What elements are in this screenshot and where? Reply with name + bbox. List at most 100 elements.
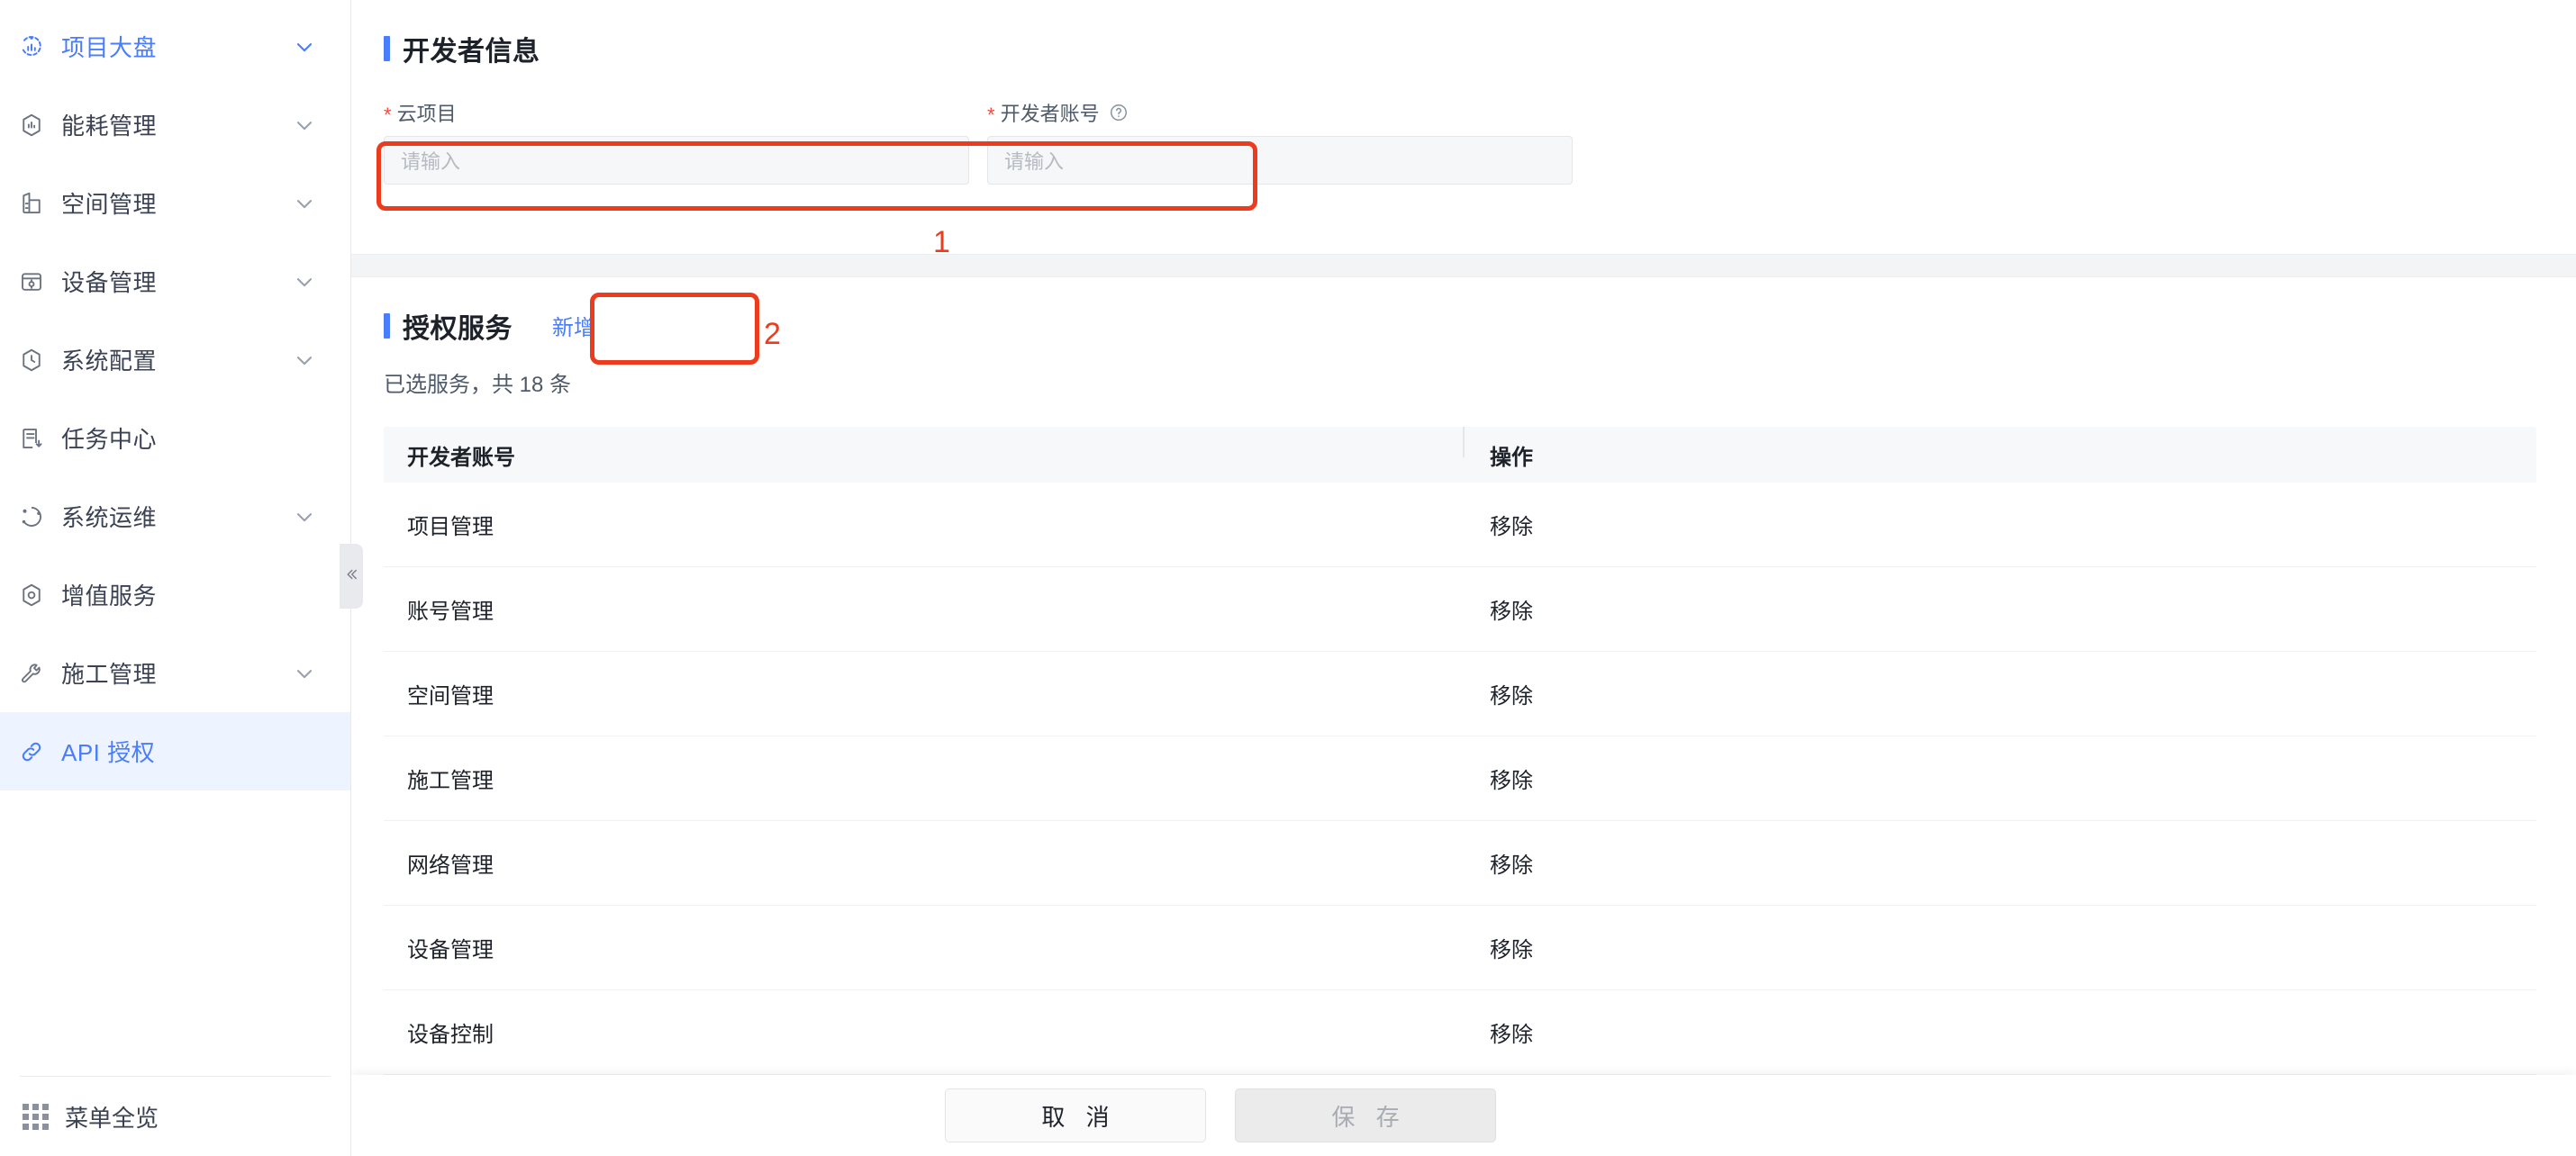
auth-services-header: 授权服务 新增 — [384, 304, 2544, 347]
section-title-text: 授权服务 — [403, 313, 512, 344]
cancel-button[interactable]: 取 消 — [945, 1088, 1206, 1142]
field-label-text: 云项目 — [396, 103, 457, 125]
cell-service-name: 账号管理 — [407, 600, 494, 624]
developer-info-section: 开发者信息 * 云项目 请输入 * 开发者账号 请输入 — [351, 0, 2576, 254]
field-label: * 开发者账号 — [987, 99, 1573, 126]
table-header-row: 开发者账号 操作 — [384, 426, 2536, 483]
save-button[interactable]: 保 存 — [1235, 1088, 1496, 1142]
energy-icon — [16, 110, 47, 140]
sidebar-collapse-handle[interactable] — [340, 544, 363, 609]
section-marker — [384, 36, 390, 61]
double-chevron-left-icon — [343, 566, 359, 587]
remove-link[interactable]: 移除 — [1490, 847, 1533, 879]
table-row: 账号管理 移除 — [384, 567, 2536, 652]
cloud-project-input[interactable]: 请输入 — [384, 136, 969, 185]
main-content: 开发者信息 * 云项目 请输入 * 开发者账号 请输入 授权服务 新增 已选服务… — [351, 0, 2576, 1156]
table-row: 设备管理 移除 — [384, 906, 2536, 990]
sidebar-item-dashboard[interactable]: 项目大盘 — [0, 7, 350, 86]
sidebar-item-api-auth[interactable]: API 授权 — [0, 712, 350, 790]
sidebar-item-label: 能耗管理 — [61, 113, 158, 140]
dashboard-icon — [16, 32, 47, 62]
sidebar-item-energy[interactable]: 能耗管理 — [0, 86, 350, 164]
menu-overview-button[interactable]: 菜单全览 — [20, 1077, 331, 1156]
section-divider-band — [351, 254, 2576, 277]
sidebar-item-label: 增值服务 — [61, 583, 158, 610]
sidebar-item-label: API 授权 — [61, 739, 156, 766]
chevron-down-icon[interactable] — [291, 503, 318, 530]
remove-link[interactable]: 移除 — [1490, 1016, 1533, 1048]
chevron-down-icon[interactable] — [291, 347, 318, 374]
sidebar-item-system-config[interactable]: 系统配置 — [0, 321, 350, 399]
remove-link[interactable]: 移除 — [1490, 593, 1533, 625]
sidebar-item-space[interactable]: 空间管理 — [0, 164, 350, 242]
app-root: 项目大盘 能耗管理 空间管理 设备管理 系统配置 任务中心 系统运维 增值服务 … — [0, 0, 2576, 1156]
cell-service-name: 网络管理 — [407, 853, 494, 878]
sidebar-item-label: 项目大盘 — [61, 34, 158, 61]
input-placeholder: 请输入 — [401, 150, 461, 173]
auth-services-title: 授权服务 — [384, 306, 512, 346]
auth-services-section: 授权服务 新增 已选服务，共 18 条 开发者账号 操作 项目管理 移除 账号管… — [351, 277, 2576, 1075]
chevron-down-icon[interactable] — [291, 660, 318, 687]
chevron-down-icon[interactable] — [291, 190, 318, 217]
developer-info-form: * 云项目 请输入 * 开发者账号 请输入 — [384, 99, 2544, 185]
config-icon — [16, 345, 47, 375]
add-service-button[interactable]: 新增 — [549, 304, 599, 347]
column-header-action: 操作 — [1463, 426, 1533, 471]
sidebar-item-label: 系统运维 — [61, 504, 158, 531]
sidebar-item-label: 设备管理 — [61, 269, 158, 296]
sidebar-item-construction[interactable]: 施工管理 — [0, 634, 350, 712]
table-row: 网络管理 移除 — [384, 821, 2536, 906]
grid-icon — [20, 1101, 50, 1132]
chevron-down-icon[interactable] — [291, 33, 318, 60]
sidebar-item-label: 施工管理 — [61, 661, 158, 688]
sidebar-nav-list: 项目大盘 能耗管理 空间管理 设备管理 系统配置 任务中心 系统运维 增值服务 … — [0, 0, 350, 1076]
field-label: * 云项目 — [384, 99, 969, 126]
building-icon — [16, 188, 47, 219]
sidebar-bottom: 菜单全览 — [20, 1076, 331, 1156]
cell-service-name: 施工管理 — [407, 769, 494, 793]
sidebar-item-task-center[interactable]: 任务中心 — [0, 399, 350, 477]
sidebar: 项目大盘 能耗管理 空间管理 设备管理 系统配置 任务中心 系统运维 增值服务 … — [0, 0, 363, 1156]
sidebar-item-label: 系统配置 — [61, 348, 158, 375]
footer-action-bar: 取 消 保 存 — [351, 1075, 2576, 1156]
auth-services-table: 开发者账号 操作 项目管理 移除 账号管理 移除 空间管理 移除 施工管理 移除… — [384, 426, 2536, 1075]
cell-service-name: 项目管理 — [407, 515, 494, 539]
cell-service-name: 设备控制 — [407, 1023, 494, 1047]
required-marker: * — [987, 104, 995, 126]
wrench-icon — [16, 658, 47, 689]
table-row: 空间管理 移除 — [384, 652, 2536, 736]
value-service-icon — [16, 580, 47, 610]
help-circle-icon[interactable] — [1109, 103, 1129, 122]
table-row: 项目管理 移除 — [384, 483, 2536, 567]
remove-link[interactable]: 移除 — [1490, 932, 1533, 963]
remove-link[interactable]: 移除 — [1490, 763, 1533, 794]
field-developer-account: * 开发者账号 请输入 — [987, 99, 1573, 185]
sidebar-item-label: 空间管理 — [61, 191, 158, 218]
table-row: 设备控制 移除 — [384, 990, 2536, 1075]
input-placeholder: 请输入 — [1004, 150, 1065, 173]
sidebar-item-label: 任务中心 — [61, 426, 158, 453]
remove-link[interactable]: 移除 — [1490, 509, 1533, 540]
menu-overview-label: 菜单全览 — [65, 1104, 159, 1132]
table-row: 施工管理 移除 — [384, 736, 2536, 821]
chevron-down-icon[interactable] — [291, 268, 318, 295]
selected-count-text: 已选服务，共 18 条 — [384, 373, 572, 397]
sidebar-item-system-ops[interactable]: 系统运维 — [0, 477, 350, 555]
field-cloud-project: * 云项目 请输入 — [384, 99, 969, 185]
remove-link[interactable]: 移除 — [1490, 678, 1533, 709]
chevron-down-icon[interactable] — [291, 112, 318, 139]
ops-icon — [16, 501, 47, 532]
developer-info-title: 开发者信息 — [384, 29, 2544, 68]
task-icon — [16, 423, 47, 454]
section-marker — [384, 312, 390, 339]
column-header-name: 开发者账号 — [407, 445, 515, 470]
device-icon — [16, 266, 47, 297]
section-title-text: 开发者信息 — [403, 37, 540, 67]
developer-account-input[interactable]: 请输入 — [987, 136, 1573, 185]
link-icon — [16, 736, 47, 767]
field-label-text: 开发者账号 — [1000, 103, 1100, 125]
sidebar-item-value-service[interactable]: 增值服务 — [0, 555, 350, 634]
cell-service-name: 空间管理 — [407, 684, 494, 709]
sidebar-item-device[interactable]: 设备管理 — [0, 242, 350, 321]
cell-service-name: 设备管理 — [407, 938, 494, 962]
